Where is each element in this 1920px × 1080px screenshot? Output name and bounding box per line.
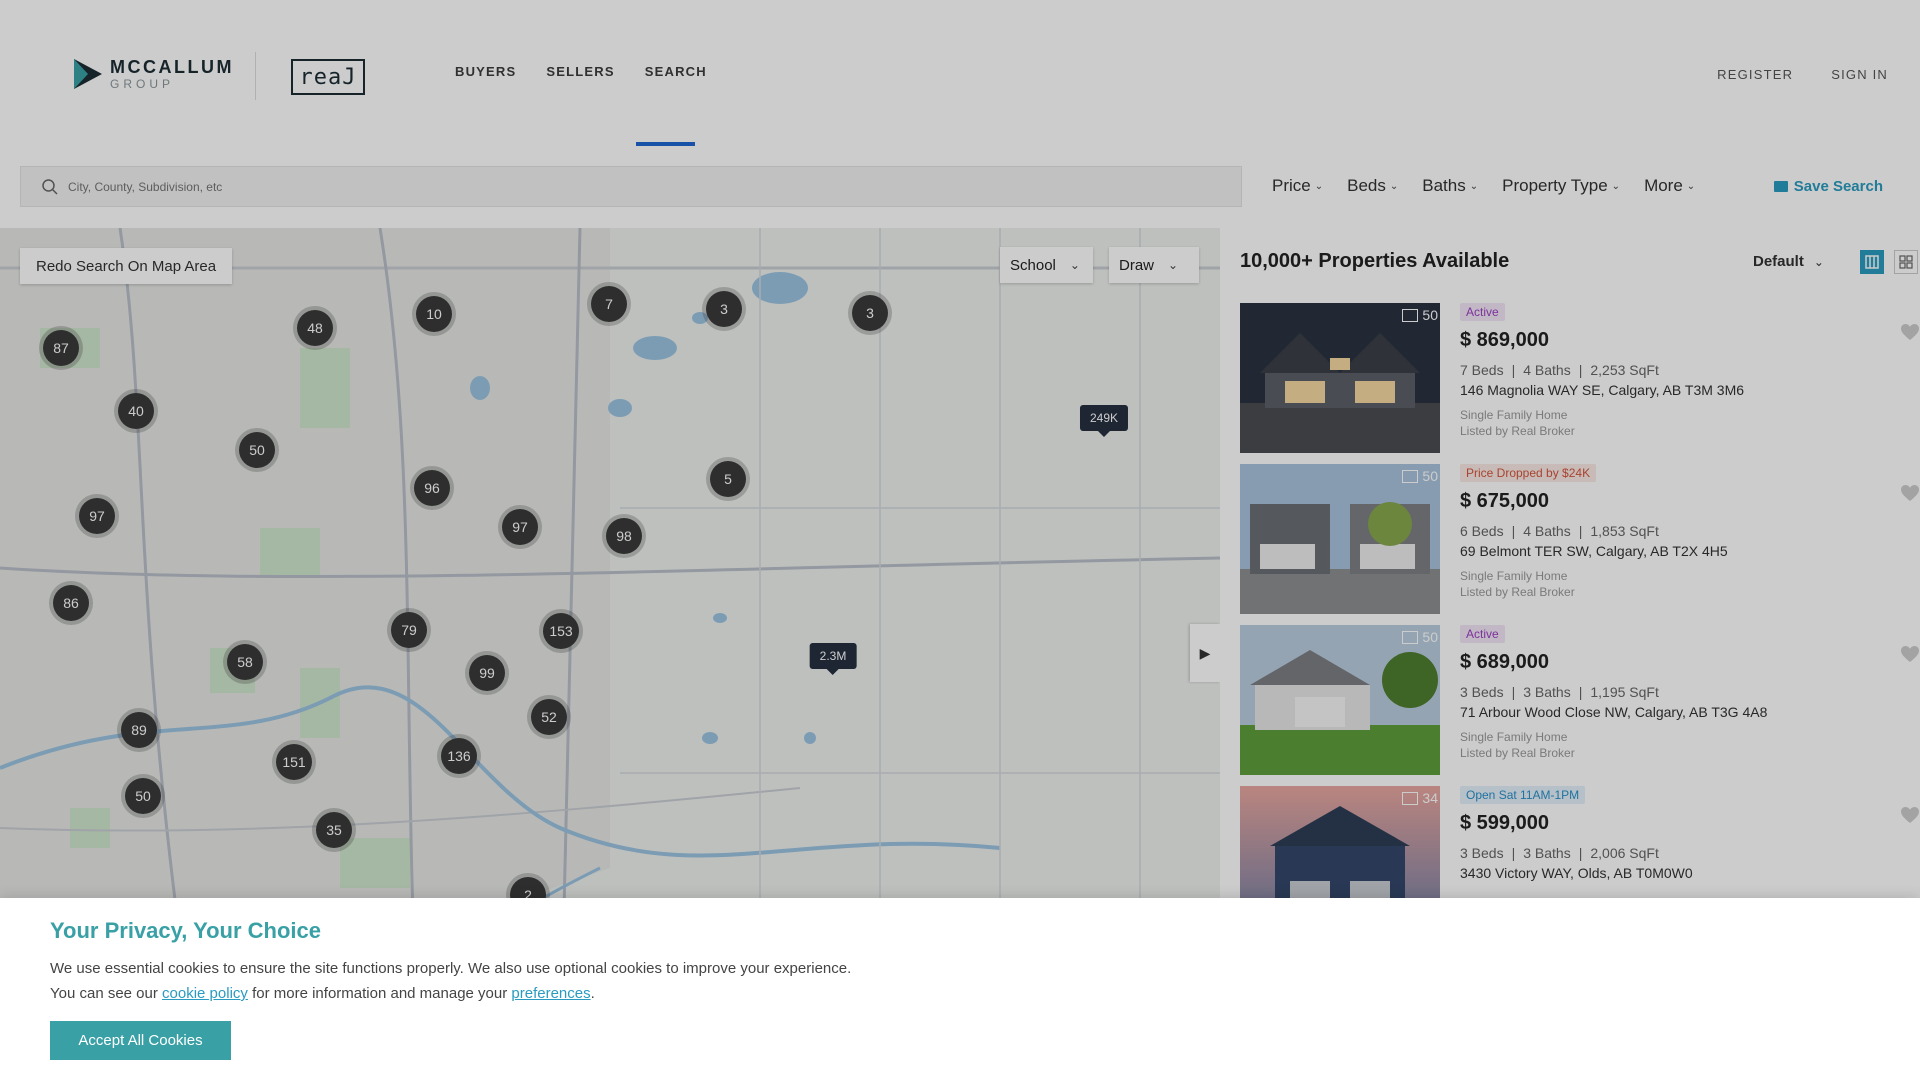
preferences-link[interactable]: preferences [511, 985, 590, 1002]
cookie-title: Your Privacy, Your Choice [50, 918, 322, 943]
modal-backdrop [0, 0, 1920, 898]
cookie-text-line2: You can see our cookie policy for more i… [50, 985, 595, 1002]
cookie-banner: Your Privacy, Your Choice We use essenti… [0, 898, 1920, 1080]
accept-all-cookies-button[interactable]: Accept All Cookies [50, 1021, 231, 1060]
cookie-policy-link[interactable]: cookie policy [162, 985, 248, 1002]
cookie-text-line1: We use essential cookies to ensure the s… [50, 960, 852, 977]
